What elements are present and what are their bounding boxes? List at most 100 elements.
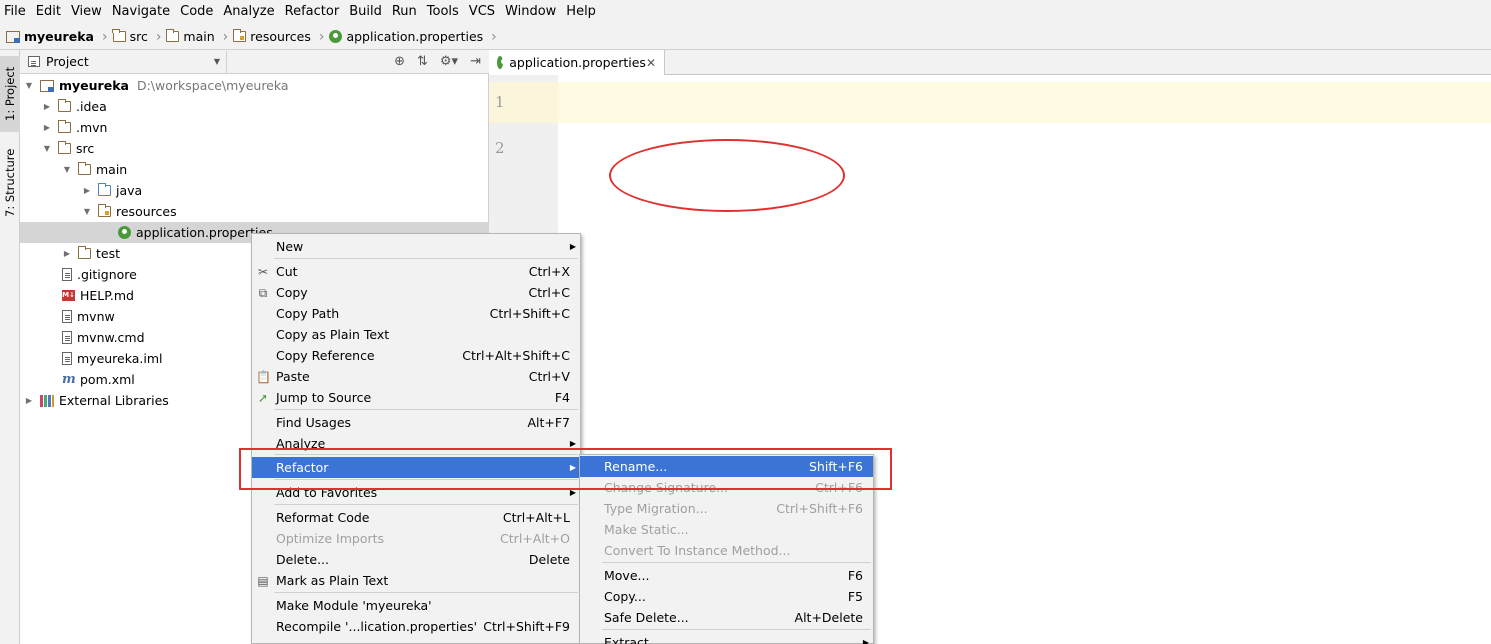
menu-separator xyxy=(274,409,578,410)
dropdown-arrow-icon: ▼ xyxy=(213,57,220,66)
menu-item-copy-refactor[interactable]: Copy... F5 xyxy=(580,586,873,607)
menu-item-cut[interactable]: ✂ Cut Ctrl+X xyxy=(252,261,580,282)
expanded-arrow-icon[interactable]: ▼ xyxy=(62,165,72,174)
tree-node-main[interactable]: ▼ main xyxy=(20,159,489,180)
menu-separator xyxy=(274,504,578,505)
gear-icon[interactable]: ⚙▾ xyxy=(440,54,458,69)
menu-item-safe-delete[interactable]: Safe Delete... Alt+Delete xyxy=(580,607,873,628)
menu-item-extract[interactable]: Extract ▶ xyxy=(580,632,873,644)
menu-view[interactable]: View xyxy=(67,0,106,24)
expanded-arrow-icon[interactable]: ▼ xyxy=(42,144,52,153)
tab-structure[interactable]: 7: Structure xyxy=(0,142,20,224)
menu-separator xyxy=(602,629,871,630)
menu-file[interactable]: File xyxy=(0,0,30,24)
annotation-rectangle xyxy=(239,448,892,490)
menu-item-copy[interactable]: ⧉ Copy Ctrl+C xyxy=(252,282,580,303)
close-icon[interactable]: ✕ xyxy=(646,56,656,70)
tab-project[interactable]: 1: Project xyxy=(0,56,20,132)
tab-application-properties[interactable]: application.properties ✕ xyxy=(489,50,665,75)
current-line-highlight xyxy=(489,82,1491,123)
menu-item-make-module[interactable]: Make Module 'myeureka' xyxy=(252,595,580,616)
menu-vcs[interactable]: VCS xyxy=(465,0,499,24)
collapsed-arrow-icon[interactable]: ▶ xyxy=(42,102,52,111)
breadcrumb-item-main[interactable]: main xyxy=(165,24,220,50)
menu-item-find-usages[interactable]: Find Usages Alt+F7 xyxy=(252,412,580,433)
menu-item-copy-path[interactable]: Copy Path Ctrl+Shift+C xyxy=(252,303,580,324)
menu-navigate[interactable]: Navigate xyxy=(108,0,174,24)
menu-item-reformat-code[interactable]: Reformat Code Ctrl+Alt+L xyxy=(252,507,580,528)
menu-item-move[interactable]: Move... F6 xyxy=(580,565,873,586)
collapsed-arrow-icon[interactable]: ▶ xyxy=(82,186,92,195)
menu-edit[interactable]: Edit xyxy=(32,0,65,24)
breadcrumb-item-resources[interactable]: resources xyxy=(232,24,317,50)
submenu-arrow-icon: ▶ xyxy=(569,439,576,448)
menu-run[interactable]: Run xyxy=(388,0,421,24)
menu-item-copy-as-plain-text[interactable]: Copy as Plain Text xyxy=(252,324,580,345)
maven-icon: m xyxy=(62,372,76,387)
locate-file-icon[interactable]: ⊕ xyxy=(394,54,405,69)
menu-separator xyxy=(602,562,871,563)
collapsed-arrow-icon[interactable]: ▶ xyxy=(42,123,52,132)
folder-icon xyxy=(165,29,180,42)
menu-item-make-static[interactable]: Make Static... xyxy=(580,519,873,540)
menu-analyze[interactable]: Analyze xyxy=(219,0,278,24)
editor-tab-bar: application.properties ✕ xyxy=(489,50,1491,75)
menu-item-convert-to-instance-method[interactable]: Convert To Instance Method... xyxy=(580,540,873,561)
tool-window-strip: 1: Project 7: Structure xyxy=(0,50,20,644)
breadcrumb: myeureka › src › main › resources › appl… xyxy=(0,24,1491,50)
folder-icon xyxy=(57,141,71,154)
breadcrumb-item-application-properties[interactable]: application.properties xyxy=(329,24,489,50)
menu-build[interactable]: Build xyxy=(345,0,386,24)
source-folder-icon xyxy=(97,183,111,196)
menu-item-optimize-imports[interactable]: Optimize Imports Ctrl+Alt+O xyxy=(252,528,580,549)
menu-item-recompile[interactable]: Recompile '...lication.properties' Ctrl+… xyxy=(252,616,580,637)
module-file-icon xyxy=(62,352,72,365)
tree-node-myeureka[interactable]: ▼ myeureka D:\workspace\myeureka xyxy=(20,75,489,96)
tree-node-idea[interactable]: ▶ .idea xyxy=(20,96,489,117)
project-view-select[interactable]: Project ▼ xyxy=(20,50,227,73)
plain-text-icon: ▤ xyxy=(257,573,269,588)
breadcrumb-item-myeureka[interactable]: myeureka xyxy=(6,24,100,50)
menu-item-jump-to-source[interactable]: ➚ Jump to Source F4 xyxy=(252,387,580,408)
context-menu: New ▶ ✂ Cut Ctrl+X ⧉ Copy Ctrl+C Copy Pa… xyxy=(251,233,581,644)
tree-node-resources[interactable]: ▼ resources xyxy=(20,201,489,222)
menu-bar: File Edit View Navigate Code Analyze Ref… xyxy=(0,0,1491,24)
chevron-right-icon: › xyxy=(155,28,162,45)
menu-tools[interactable]: Tools xyxy=(423,0,463,24)
collapsed-arrow-icon[interactable]: ▶ xyxy=(62,249,72,258)
menu-item-mark-as-plain-text[interactable]: ▤ Mark as Plain Text xyxy=(252,570,580,591)
menu-item-type-migration[interactable]: Type Migration... Ctrl+Shift+F6 xyxy=(580,498,873,519)
tree-node-src[interactable]: ▼ src xyxy=(20,138,489,159)
hide-panel-icon[interactable]: ⇥ xyxy=(470,54,481,69)
jump-to-source-icon: ➚ xyxy=(257,390,269,405)
collapse-all-icon[interactable]: ⇅ xyxy=(417,54,428,69)
libraries-icon xyxy=(40,394,54,407)
annotation-ellipse xyxy=(609,139,845,212)
tree-node-java[interactable]: ▶ java xyxy=(20,180,489,201)
collapsed-arrow-icon[interactable]: ▶ xyxy=(24,396,34,405)
spring-leaf-icon xyxy=(118,226,131,239)
menu-item-new[interactable]: New ▶ xyxy=(252,236,580,257)
paste-icon: 📋 xyxy=(256,369,271,384)
menu-code[interactable]: Code xyxy=(176,0,217,24)
tree-node-mvn[interactable]: ▶ .mvn xyxy=(20,117,489,138)
chevron-right-icon: › xyxy=(101,28,108,45)
menu-help[interactable]: Help xyxy=(562,0,600,24)
menu-item-copy-reference[interactable]: Copy Reference Ctrl+Alt+Shift+C xyxy=(252,345,580,366)
menu-refactor[interactable]: Refactor xyxy=(281,0,344,24)
project-view-icon xyxy=(28,56,40,67)
resources-folder-icon xyxy=(97,204,111,217)
resources-folder-icon xyxy=(232,29,247,42)
module-folder-icon xyxy=(40,79,54,92)
line-number: 1 xyxy=(495,93,505,111)
markdown-file-icon: M↓ xyxy=(62,290,75,301)
submenu-arrow-icon: ▶ xyxy=(862,638,869,644)
expanded-arrow-icon[interactable]: ▼ xyxy=(24,81,34,90)
scissors-icon: ✂ xyxy=(257,264,269,279)
menu-window[interactable]: Window xyxy=(501,0,560,24)
menu-item-delete[interactable]: Delete... Delete xyxy=(252,549,580,570)
menu-item-paste[interactable]: 📋 Paste Ctrl+V xyxy=(252,366,580,387)
breadcrumb-item-src[interactable]: src xyxy=(112,24,154,50)
line-number: 2 xyxy=(495,139,505,157)
expanded-arrow-icon[interactable]: ▼ xyxy=(82,207,92,216)
